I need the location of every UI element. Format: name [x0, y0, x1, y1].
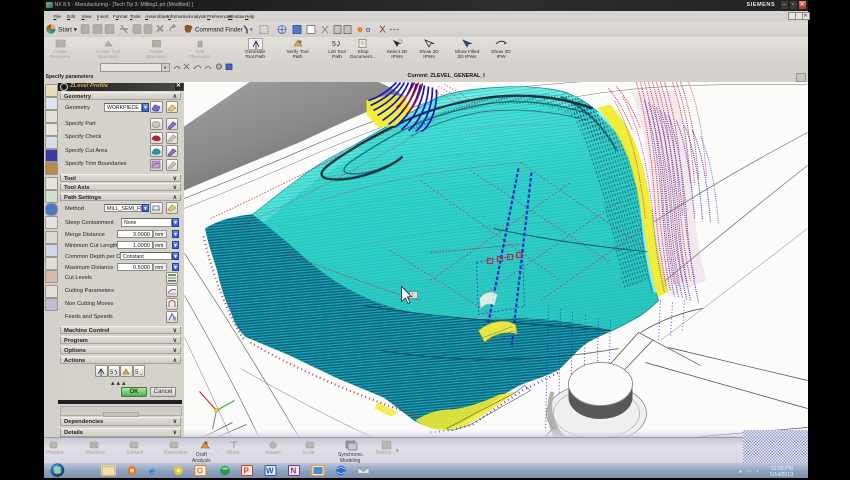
- svg-text:5: 5: [332, 41, 336, 48]
- svg-text:N: N: [290, 467, 296, 476]
- svg-text:Rotate: Rotate: [266, 450, 281, 456]
- svg-text:Move: Move: [227, 450, 239, 456]
- svg-text:Command Finder: Command Finder: [195, 27, 243, 34]
- svg-text:◗: ◗: [756, 469, 759, 475]
- svg-text:W: W: [266, 467, 274, 476]
- svg-text:.: .: [216, 448, 217, 454]
- svg-text:Prepare: Prepare: [46, 450, 64, 456]
- svg-text:Reposition: Reposition: [164, 450, 188, 456]
- svg-text:⌄: ⌄: [139, 371, 143, 376]
- svg-text:Machine: Machine: [86, 450, 105, 456]
- svg-text:▭: ▭: [747, 469, 752, 475]
- svg-text:O: O: [196, 467, 202, 476]
- svg-text:⩌: ⩌: [365, 27, 371, 34]
- svg-text:Start ▾: Start ▾: [58, 27, 78, 34]
- svg-text:5: 5: [110, 370, 114, 376]
- svg-text:▾: ▾: [396, 448, 399, 454]
- svg-text:Scale: Scale: [302, 450, 315, 456]
- svg-text:History: History: [376, 450, 392, 456]
- svg-text:▲: ▲: [738, 469, 743, 475]
- svg-text:e: e: [149, 466, 155, 478]
- svg-text:Surface: Surface: [126, 450, 143, 456]
- svg-text:P: P: [243, 467, 249, 476]
- svg-text:5/14/2013: 5/14/2013: [770, 472, 793, 478]
- svg-text:▾: ▾: [250, 27, 253, 33]
